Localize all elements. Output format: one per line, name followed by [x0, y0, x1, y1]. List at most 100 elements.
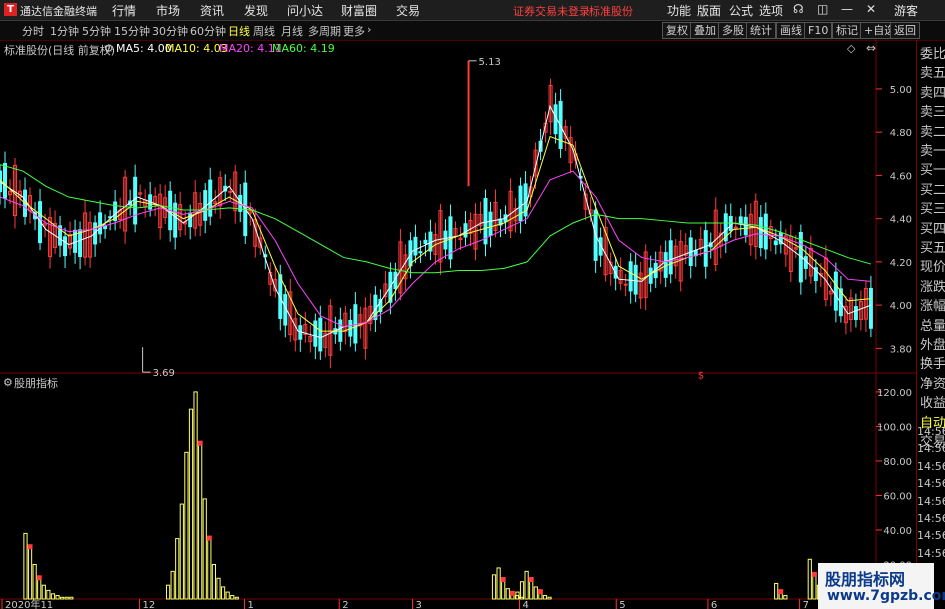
menu-hangqing[interactable]: 行情 — [112, 2, 136, 19]
indicator-bar — [50, 593, 56, 600]
menu-zixun[interactable]: 资讯 — [200, 2, 224, 19]
menu-gongshi[interactable]: 公式 — [729, 2, 753, 19]
menu-gongneng[interactable]: 功能 — [667, 2, 691, 19]
signal-marker — [509, 590, 515, 596]
btn-biaoji[interactable]: 标记 — [832, 22, 862, 39]
candle-body — [463, 223, 468, 238]
candle-body — [648, 267, 653, 284]
quote-label: 买五 — [920, 241, 945, 256]
indicator-bar — [529, 579, 534, 600]
period-60min[interactable]: 60分钟 — [190, 23, 226, 39]
price-tick-label: 3.80 — [890, 344, 912, 355]
close-icon[interactable]: ✕ — [866, 2, 876, 16]
indicator-bar — [491, 574, 497, 600]
candle-body — [728, 215, 733, 232]
candle-body — [738, 216, 743, 224]
volume-tick-label: 80.00 — [883, 457, 912, 468]
date-tick-label: 1 — [247, 600, 253, 609]
quote-label: 现价 — [920, 260, 945, 276]
minimize-icon[interactable]: — — [841, 2, 853, 16]
chevron-right-icon[interactable]: › — [367, 23, 371, 36]
menu-jiaoyi[interactable]: 交易 — [396, 2, 420, 19]
indicator-bar — [207, 538, 212, 600]
indicator-bar — [519, 581, 525, 600]
btn-duogu[interactable]: 多股 — [718, 22, 748, 39]
period-weekly[interactable]: 周线 — [253, 23, 275, 39]
volume-tick-label: 120.00 — [877, 388, 912, 399]
candle-body — [78, 229, 83, 258]
indicator-bar — [542, 595, 548, 600]
btn-f10[interactable]: F10 — [804, 22, 833, 39]
btn-huaxian[interactable]: 画线 — [776, 22, 806, 39]
indicator-bar — [175, 538, 180, 600]
btn-fuquan[interactable]: 复权 — [662, 22, 692, 39]
candle-body — [98, 212, 103, 235]
candle-body — [228, 190, 233, 193]
period-15min[interactable]: 15分钟 — [114, 23, 150, 39]
candle-body — [868, 287, 873, 329]
candle-body — [3, 162, 8, 199]
quote-label: 委比 — [920, 47, 945, 62]
signal-marker — [528, 577, 534, 583]
signal-marker — [778, 589, 784, 595]
quote-label: 换手 — [920, 357, 945, 373]
indicator-title[interactable]: 股朋指标 — [14, 375, 58, 391]
period-30min[interactable]: 30分钟 — [152, 23, 188, 39]
indicator-bar — [60, 596, 65, 600]
title-bar: T 通达信金融终端 行情 市场 资讯 发现 问小达 财富圈 交易 证券交易未登录… — [0, 0, 945, 21]
menu-faxian[interactable]: 发现 — [244, 2, 268, 19]
indicator-bar — [23, 532, 28, 600]
volume-tick-label: 40.00 — [883, 526, 912, 537]
indicator-bar — [202, 498, 207, 600]
period-1min[interactable]: 1分钟 — [50, 23, 79, 39]
candle-body — [188, 212, 193, 228]
trade-time: 14:56 — [917, 512, 945, 525]
period-monthly[interactable]: 月线 — [281, 23, 303, 39]
indicator-bar — [774, 582, 779, 600]
skin-icon[interactable]: ◫ — [817, 2, 828, 16]
date-tick-label: 5 — [619, 600, 625, 609]
btn-diejia[interactable]: 叠加 — [690, 22, 720, 39]
btn-tongji[interactable]: 统计 — [746, 22, 776, 39]
quote-label: 卖二 — [920, 124, 945, 140]
price-tick-label: 4.20 — [890, 258, 912, 269]
indicator-bar — [216, 577, 221, 600]
candle-body — [628, 261, 633, 292]
indicator-bar — [37, 577, 42, 600]
quote-label: 买三 — [920, 202, 945, 218]
indicator-bar — [184, 451, 189, 600]
period-fenshi[interactable]: 分时 — [22, 23, 44, 39]
guest-label[interactable]: 游客 — [894, 2, 918, 19]
price-tick-label: 4.60 — [890, 171, 912, 182]
quote-label: 买二 — [920, 182, 945, 198]
menu-xuanxiang[interactable]: 选项 — [759, 2, 783, 19]
menu-wenxiaoda[interactable]: 问小达 — [287, 2, 323, 19]
date-tick-label: 7 — [803, 600, 809, 609]
period-5min[interactable]: 5分钟 — [82, 23, 111, 39]
watermark-line1: 股朋指标网 — [825, 570, 906, 589]
menu-shichang[interactable]: 市场 — [156, 2, 180, 19]
period-more[interactable]: 更多 — [343, 23, 365, 39]
signal-marker — [811, 571, 817, 577]
price-tick-label: 4.00 — [890, 301, 912, 312]
trade-time: 14:56 — [917, 477, 945, 491]
period-multi[interactable]: 多周期 — [308, 23, 341, 39]
signal-marker — [206, 535, 212, 541]
menu-banmian[interactable]: 版面 — [697, 2, 721, 19]
candle-body — [313, 320, 318, 347]
indicator-bar — [165, 584, 171, 600]
kline-chart-area[interactable]: 5.00 4.80 4.60 4.40 4.20 4.00 3.80 120.00 100.0… — [0, 40, 916, 609]
date-tick-label: 3 — [416, 600, 422, 609]
indicator-bar — [69, 596, 74, 600]
headset-icon[interactable]: ☊ — [793, 2, 804, 16]
menu-caifuquan[interactable]: 财富圈 — [341, 2, 377, 19]
trade-login-warning[interactable]: 证券交易未登录 — [513, 3, 590, 19]
period-toolbar: 分时 1分钟 5分钟 15分钟 30分钟 60分钟 日线 周线 月线 多周期 更… — [0, 21, 945, 41]
indicator-settings-icon[interactable]: ⚙ — [3, 376, 13, 389]
indicator-bar — [496, 567, 501, 600]
indicator-bar — [783, 595, 788, 600]
btn-fanhui[interactable]: 返回 — [890, 22, 920, 39]
period-daily[interactable]: 日线 — [228, 23, 250, 39]
indicator-bar — [547, 596, 552, 600]
price-tick-label: 4.40 — [890, 215, 912, 226]
